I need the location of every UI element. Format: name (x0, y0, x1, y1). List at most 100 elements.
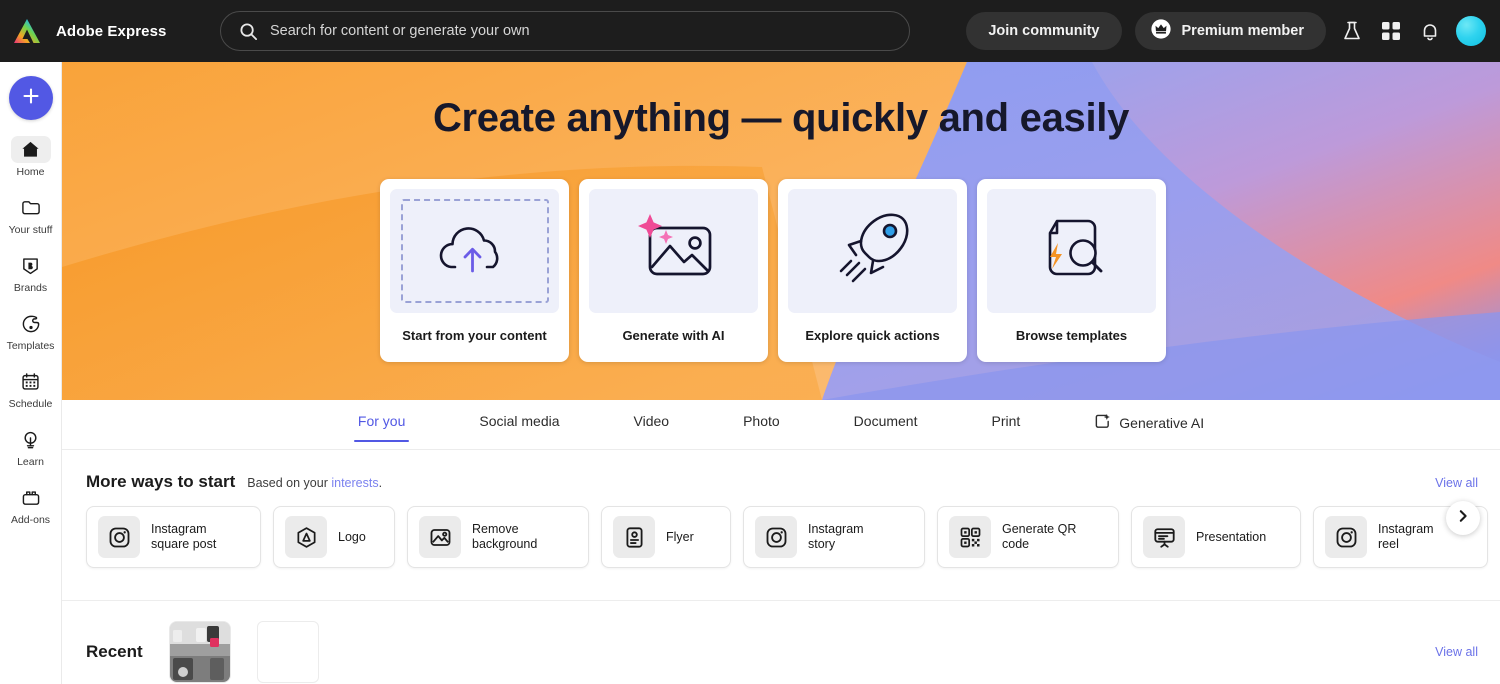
beta-flask-icon[interactable] (1339, 18, 1365, 44)
chip-label: Instagram square post (151, 522, 216, 552)
premium-member-button[interactable]: Premium member (1135, 12, 1327, 50)
cloud-upload-icon (401, 199, 549, 303)
sidebar-label-add-ons: Add-ons (11, 514, 50, 526)
calendar-icon (11, 368, 51, 395)
instagram-icon (755, 516, 797, 558)
flyer-icon (613, 516, 655, 558)
recent-thumbnail-blank[interactable] (257, 621, 319, 683)
hero-card-browse-templates[interactable]: Browse templates (977, 179, 1166, 362)
adobe-express-home: Adobe Express Join community (0, 0, 1500, 684)
join-community-button[interactable]: Join community (966, 12, 1121, 50)
instagram-icon (98, 516, 140, 558)
more-ways-view-all-link[interactable]: View all (1435, 476, 1478, 490)
lightbulb-icon (11, 426, 51, 453)
sidebar-label-home: Home (16, 166, 44, 178)
chip-label: Logo (338, 530, 366, 545)
templates-icon (11, 310, 51, 337)
tab-social-media[interactable]: Social media (479, 400, 559, 429)
chip-label: Instagram reel (1378, 522, 1434, 552)
card-thumbnail (390, 189, 559, 313)
sidebar-item-home[interactable]: Home (1, 136, 61, 178)
tab-label: Document (854, 413, 918, 429)
logo-hexagon-icon (285, 516, 327, 558)
search-box[interactable] (220, 11, 910, 51)
brand-shield-icon (11, 252, 51, 279)
sidebar-label-learn: Learn (17, 456, 44, 468)
card-label: Generate with AI (622, 328, 724, 343)
subtitle-prefix: Based on your (247, 476, 331, 490)
recent-section: Recent View all (62, 600, 1500, 684)
recent-row: Recent View all (62, 601, 1500, 683)
search-area (220, 11, 910, 51)
chip-label: Presentation (1196, 530, 1266, 545)
sidebar-item-add-ons[interactable]: Add-ons (1, 484, 61, 526)
image-sparkle-icon (628, 210, 720, 293)
user-avatar[interactable] (1456, 16, 1486, 46)
hero-card-generate-with-ai[interactable]: Generate with AI (579, 179, 768, 362)
sidebar-item-learn[interactable]: Learn (1, 426, 61, 468)
recent-title: Recent (86, 642, 143, 662)
chip-generate-qr-code[interactable]: Generate QR code (937, 506, 1119, 568)
chips-scroll-next-button[interactable] (1446, 501, 1480, 535)
apps-grid-icon[interactable] (1378, 18, 1404, 44)
rocket-icon (827, 209, 919, 294)
notifications-bell-icon[interactable] (1417, 18, 1443, 44)
sidebar-label-schedule: Schedule (9, 398, 53, 410)
sidebar-item-brands[interactable]: Brands (1, 252, 61, 294)
more-ways-chip-row: Instagram square post Logo (62, 492, 1500, 568)
subtitle-suffix: . (379, 476, 382, 490)
create-new-button[interactable] (9, 76, 53, 120)
chip-label: Flyer (666, 530, 694, 545)
tab-video[interactable]: Video (634, 400, 670, 429)
hero-card-explore-quick-actions[interactable]: Explore quick actions (778, 179, 967, 362)
chip-instagram-square-post[interactable]: Instagram square post (86, 506, 261, 568)
chip-label: Remove background (472, 522, 537, 552)
join-community-label: Join community (988, 23, 1099, 39)
brand-name: Adobe Express (56, 23, 167, 40)
sidebar-item-your-stuff[interactable]: Your stuff (1, 194, 61, 236)
sidebar-item-schedule[interactable]: Schedule (1, 368, 61, 410)
recent-view-all-link[interactable]: View all (1435, 645, 1478, 659)
brand-area[interactable]: Adobe Express (0, 17, 210, 45)
tab-generative-ai[interactable]: Generative AI (1094, 400, 1204, 433)
recent-thumbnail-photo[interactable] (169, 621, 231, 683)
search-icon (239, 22, 258, 41)
search-input[interactable] (270, 23, 891, 39)
card-thumbnail (987, 189, 1156, 313)
document-search-icon (1026, 209, 1118, 294)
top-bar-actions: Join community Premium member (966, 12, 1500, 50)
premium-member-label: Premium member (1182, 23, 1305, 39)
chip-logo[interactable]: Logo (273, 506, 395, 568)
tab-for-you[interactable]: For you (358, 400, 405, 429)
hero-banner: Create anything — quickly and easily Sta… (62, 62, 1500, 400)
chip-label: Instagram story (808, 522, 864, 552)
hero-action-cards: Start from your content Generate wit (380, 179, 1166, 362)
folder-icon (11, 194, 51, 221)
chip-presentation[interactable]: Presentation (1131, 506, 1301, 568)
chip-instagram-story[interactable]: Instagram story (743, 506, 925, 568)
sidebar-item-templates[interactable]: Templates (1, 310, 61, 352)
tab-photo[interactable]: Photo (743, 400, 780, 429)
chip-remove-background[interactable]: Remove background (407, 506, 589, 568)
qr-code-icon (949, 516, 991, 558)
sidebar-label-brands: Brands (14, 282, 47, 294)
hero-card-start-from-your-content[interactable]: Start from your content (380, 179, 569, 362)
card-label: Browse templates (1016, 328, 1127, 343)
chip-flyer[interactable]: Flyer (601, 506, 731, 568)
hero-title: Create anything — quickly and easily (62, 96, 1500, 141)
sidebar: Home Your stuff Brands (0, 62, 62, 684)
card-thumbnail (589, 189, 758, 313)
sidebar-label-your-stuff: Your stuff (9, 224, 53, 236)
chevron-right-icon (1456, 509, 1470, 528)
sparkle-frame-icon (1094, 413, 1111, 433)
interests-link[interactable]: interests (331, 476, 378, 490)
tab-label: For you (358, 413, 405, 429)
instagram-icon (1325, 516, 1367, 558)
tab-print[interactable]: Print (991, 400, 1020, 429)
more-ways-to-start-section: More ways to start Based on your interes… (62, 450, 1500, 600)
card-thumbnail (788, 189, 957, 313)
home-icon (11, 136, 51, 163)
tab-document[interactable]: Document (854, 400, 918, 429)
crown-badge-icon (1150, 18, 1172, 44)
tab-label: Social media (479, 413, 559, 429)
